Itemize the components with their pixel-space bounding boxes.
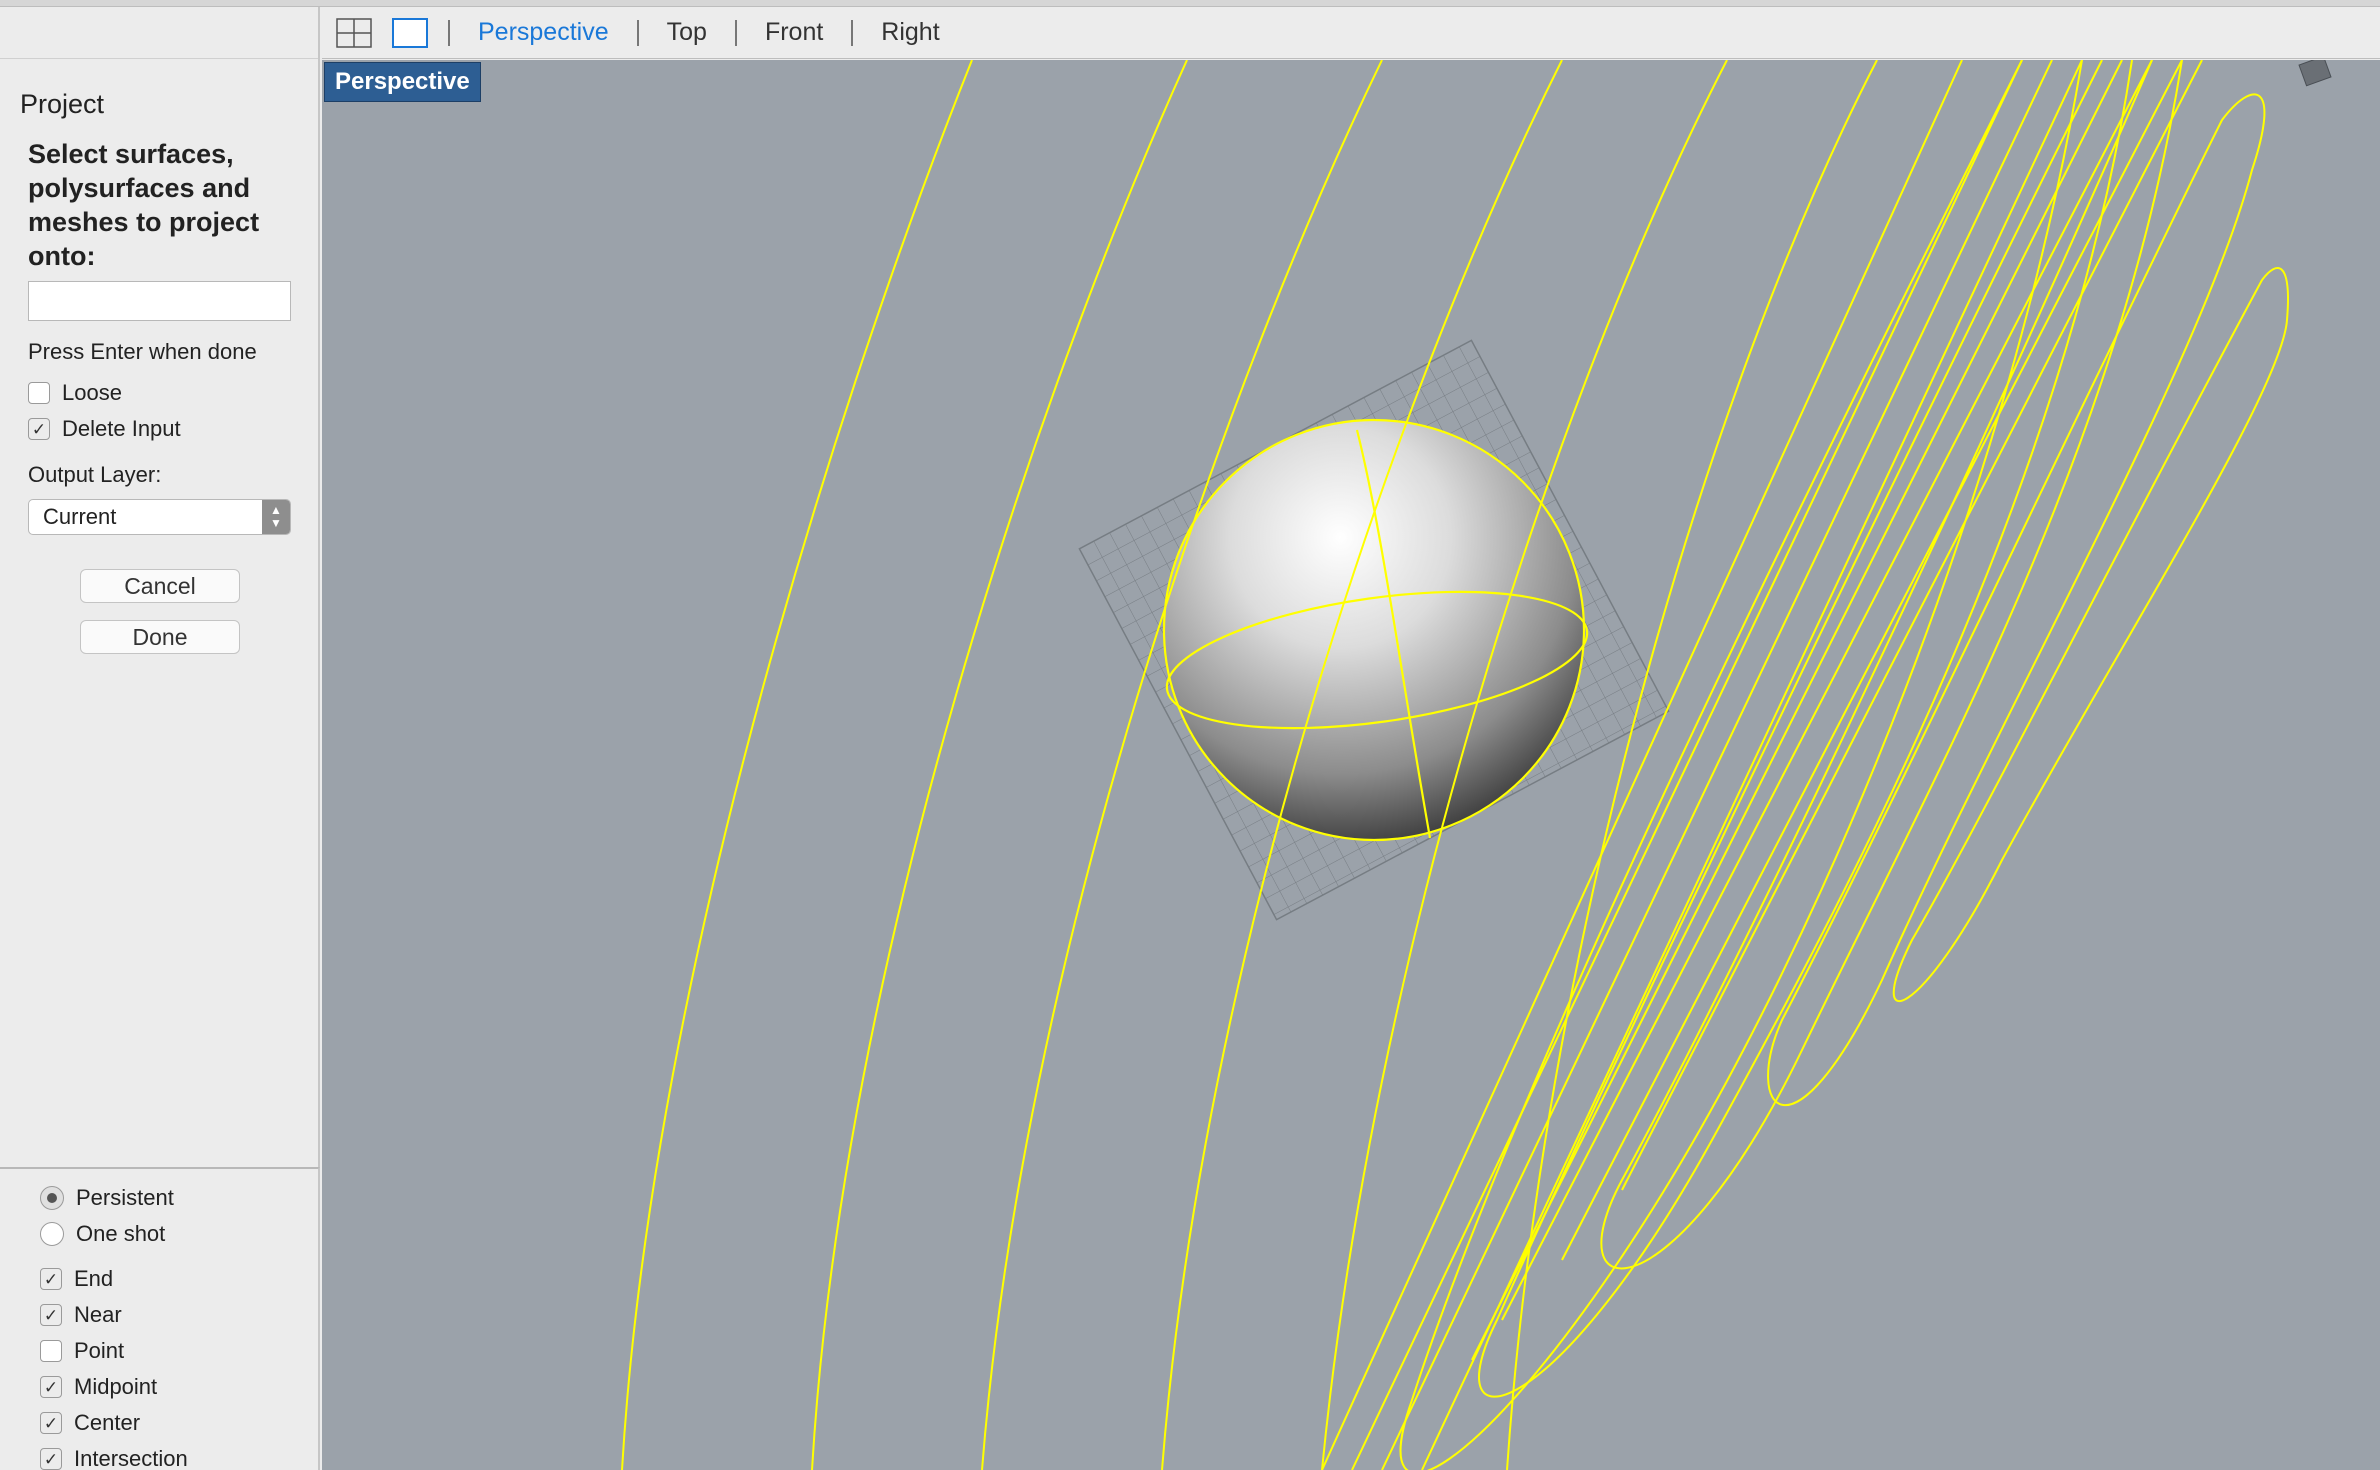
- corner-object: [2298, 60, 2332, 87]
- loose-option[interactable]: Loose: [28, 380, 122, 406]
- delete-input-option[interactable]: ✓ Delete Input: [28, 416, 181, 442]
- command-input[interactable]: [28, 281, 291, 321]
- tab-separator: [734, 19, 737, 46]
- output-layer-select[interactable]: Current ▲ ▼: [28, 499, 291, 535]
- tab-separator: [851, 19, 854, 46]
- snap-near-checkbox[interactable]: ✓: [40, 1304, 62, 1326]
- tab-top[interactable]: Top: [659, 18, 715, 47]
- perspective-viewport[interactable]: Perspective: [322, 60, 2380, 1470]
- snap-intersection-label: Intersection: [74, 1446, 188, 1470]
- select-arrows-icon: ▲ ▼: [262, 500, 290, 534]
- persistent-option[interactable]: Persistent: [40, 1185, 174, 1211]
- snap-intersection-checkbox[interactable]: ✓: [40, 1448, 62, 1470]
- loose-checkbox[interactable]: [28, 382, 50, 404]
- one-shot-option[interactable]: One shot: [40, 1221, 165, 1247]
- viewport-label[interactable]: Perspective: [324, 62, 481, 102]
- one-shot-label: One shot: [76, 1221, 166, 1246]
- cancel-button[interactable]: Cancel: [80, 569, 240, 603]
- tab-front[interactable]: Front: [757, 18, 831, 47]
- panel-header-area: [0, 7, 318, 59]
- snap-center-checkbox[interactable]: ✓: [40, 1412, 62, 1434]
- snap-midpoint-checkbox[interactable]: ✓: [40, 1376, 62, 1398]
- viewport-tabbar: Perspective Top Front Right: [322, 7, 2380, 59]
- tab-separator: [636, 19, 639, 46]
- window-top-strip: [0, 0, 2380, 7]
- delete-input-checkbox[interactable]: ✓: [28, 418, 50, 440]
- one-shot-radio[interactable]: [40, 1222, 64, 1246]
- snap-end-label: End: [74, 1266, 114, 1291]
- tab-perspective[interactable]: Perspective: [470, 18, 617, 47]
- command-panel: Project Select surfaces, polysurfaces an…: [0, 7, 320, 1167]
- persistent-label: Persistent: [76, 1185, 174, 1210]
- command-prompt: Select surfaces, polysurfaces and meshes…: [28, 139, 260, 271]
- snap-midpoint-label: Midpoint: [74, 1374, 158, 1399]
- sphere-object: [1164, 420, 1584, 840]
- output-layer-value: Current: [43, 504, 117, 529]
- tab-right[interactable]: Right: [873, 18, 947, 47]
- delete-input-label: Delete Input: [62, 416, 181, 441]
- snap-point-label: Point: [74, 1338, 125, 1363]
- command-hint: Press Enter when done: [28, 339, 257, 364]
- done-button[interactable]: Done: [80, 620, 240, 654]
- snap-center[interactable]: ✓ Center: [40, 1410, 140, 1436]
- osnap-panel: Persistent One shot ✓ End ✓ Near Point ✓…: [0, 1167, 320, 1470]
- snap-center-label: Center: [74, 1410, 141, 1435]
- four-viewports-icon[interactable]: [336, 17, 372, 48]
- snap-point[interactable]: Point: [40, 1338, 124, 1364]
- persistent-radio[interactable]: [40, 1186, 64, 1210]
- single-viewport-icon[interactable]: [392, 17, 428, 48]
- snap-near[interactable]: ✓ Near: [40, 1302, 122, 1328]
- snap-point-checkbox[interactable]: [40, 1340, 62, 1362]
- snap-end-checkbox[interactable]: ✓: [40, 1268, 62, 1290]
- snap-end[interactable]: ✓ End: [40, 1266, 113, 1292]
- viewport-canvas[interactable]: [322, 60, 2380, 1470]
- output-layer-label: Output Layer:: [28, 462, 162, 487]
- panel-title: Project: [20, 89, 105, 119]
- snap-near-label: Near: [74, 1302, 122, 1327]
- snap-intersection[interactable]: ✓ Intersection: [40, 1446, 188, 1470]
- snap-midpoint[interactable]: ✓ Midpoint: [40, 1374, 157, 1400]
- loose-label: Loose: [62, 380, 122, 405]
- tab-separator: [448, 19, 450, 46]
